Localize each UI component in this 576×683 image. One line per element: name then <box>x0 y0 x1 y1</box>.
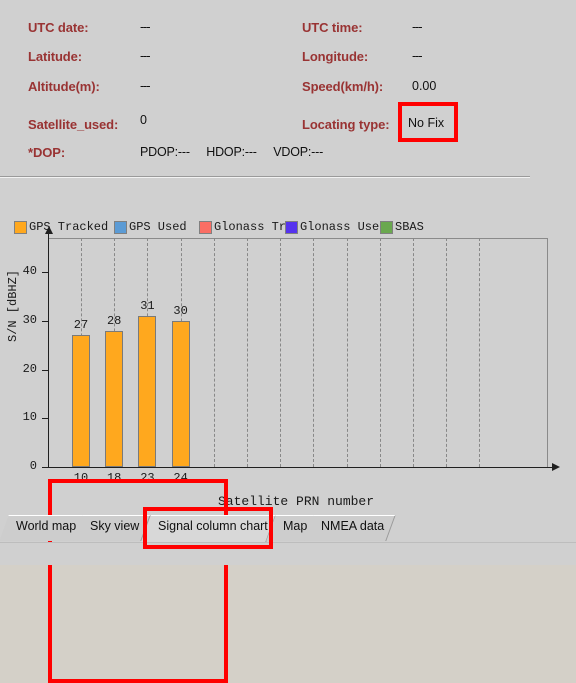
legend-item-gps-used: GPS Used <box>114 220 199 238</box>
longitude-value: --- <box>412 49 422 63</box>
legend-item-glonass-tracked: Glonass Tracked <box>199 220 285 238</box>
latitude-value: --- <box>140 49 150 63</box>
legend-item-glonass-used: Glonass Used <box>285 220 380 238</box>
tab-label[interactable]: Signal column chart <box>158 519 268 533</box>
dop-values: PDOP:--- HDOP:--- VDOP:--- <box>140 145 323 159</box>
gridline <box>213 238 215 467</box>
satellite-used-value: 0 <box>140 113 147 127</box>
bar-group-highlight-box <box>48 479 228 683</box>
y-axis-label: S/N [dBHZ] <box>6 269 20 342</box>
tabstrip-base <box>0 542 576 565</box>
chart-legend: GPS Tracked GPS Used Glonass Tracked Glonas… <box>14 220 574 238</box>
satellite-used-label: Satellite_used: <box>28 117 119 132</box>
bar-value-label: 27 <box>73 318 89 333</box>
longitude-label: Longitude: <box>302 49 369 64</box>
altitude-label: Altitude(m): <box>28 79 100 94</box>
panel-separator <box>0 176 530 178</box>
gridline <box>247 238 248 467</box>
tab-label[interactable]: Map <box>283 519 307 533</box>
x-axis-line <box>48 467 554 468</box>
dop-label: *DOP: <box>28 145 66 160</box>
gps-info-panel: UTC date: --- UTC time: --- Latitude: --… <box>0 0 576 178</box>
y-axis-tick-label: 20 <box>22 361 37 376</box>
x-axis-tick-label: 18 <box>106 471 122 485</box>
gridline <box>479 238 481 467</box>
speed-value: 0.00 <box>412 79 437 93</box>
bar <box>138 315 157 467</box>
y-axis-tick-label: 0 <box>29 459 37 473</box>
y-axis-line <box>48 232 49 468</box>
y-axis-tick-label: 10 <box>22 410 37 425</box>
utc-date-value: --- <box>140 20 150 34</box>
pdop-value: PDOP:--- <box>140 145 190 159</box>
gridline <box>280 238 282 467</box>
x-axis-arrow <box>552 463 560 471</box>
x-axis-tick-label: 24 <box>173 471 188 485</box>
legend-item-sbas: SBAS <box>380 220 440 238</box>
x-axis-label: Satellite PRN number <box>218 494 375 509</box>
utc-time-label: UTC time: <box>302 20 363 35</box>
gridline <box>413 238 414 467</box>
bar-value-label: 31 <box>140 298 155 313</box>
legend-swatch-icon <box>285 221 298 234</box>
legend-item-gps-tracked: GPS Tracked <box>14 220 114 238</box>
bar-value-label: 30 <box>173 303 188 318</box>
tab-label[interactable]: World map <box>16 519 76 533</box>
y-axis-arrow <box>45 226 53 234</box>
x-axis-tick-label: 10 <box>73 471 89 485</box>
latitude-label: Latitude: <box>28 49 82 64</box>
legend-swatch-icon <box>199 221 212 234</box>
gridline <box>346 238 348 467</box>
hdop-value: HDOP:--- <box>206 145 257 159</box>
legend-swatch-icon <box>114 221 127 234</box>
signal-column-chart: GPS Tracked GPS Used Glonass Tracked Glonas… <box>0 182 576 683</box>
legend-label: SBAS <box>395 220 424 234</box>
bar <box>171 320 190 467</box>
altitude-value: --- <box>140 79 150 93</box>
gridline <box>446 238 448 467</box>
utc-date-label: UTC date: <box>28 20 89 35</box>
bar-value-label: 28 <box>106 313 122 328</box>
vdop-value: VDOP:--- <box>273 145 324 159</box>
legend-label: Glonass Tracked <box>214 220 285 234</box>
bar <box>72 335 90 467</box>
tab-label[interactable]: NMEA data <box>321 519 384 533</box>
tab-label[interactable]: Sky view <box>90 519 139 533</box>
view-tabs: World map Sky view Signal column chart Map N… <box>0 515 576 543</box>
legend-label: GPS Tracked <box>29 220 109 234</box>
utc-time-value: --- <box>412 20 422 34</box>
locating-type-label: Locating type: <box>302 117 390 132</box>
speed-label: Speed(km/h): <box>302 79 384 94</box>
x-axis-tick-label: 23 <box>140 471 155 485</box>
locating-type-value: No Fix <box>408 116 445 130</box>
legend-swatch-icon <box>380 221 393 234</box>
gps-monitor-window: UTC date: --- UTC time: --- Latitude: --… <box>0 0 576 683</box>
legend-label: GPS Used <box>129 220 187 234</box>
bar <box>105 330 124 467</box>
legend-label: Glonass Used <box>300 220 380 234</box>
gridline <box>313 238 315 467</box>
legend-swatch-icon <box>14 221 27 234</box>
gridline <box>379 238 381 467</box>
chart-plot-area: 0 10 20 30 40 27 10 28 18 31 23 30 24 <box>23 226 560 485</box>
